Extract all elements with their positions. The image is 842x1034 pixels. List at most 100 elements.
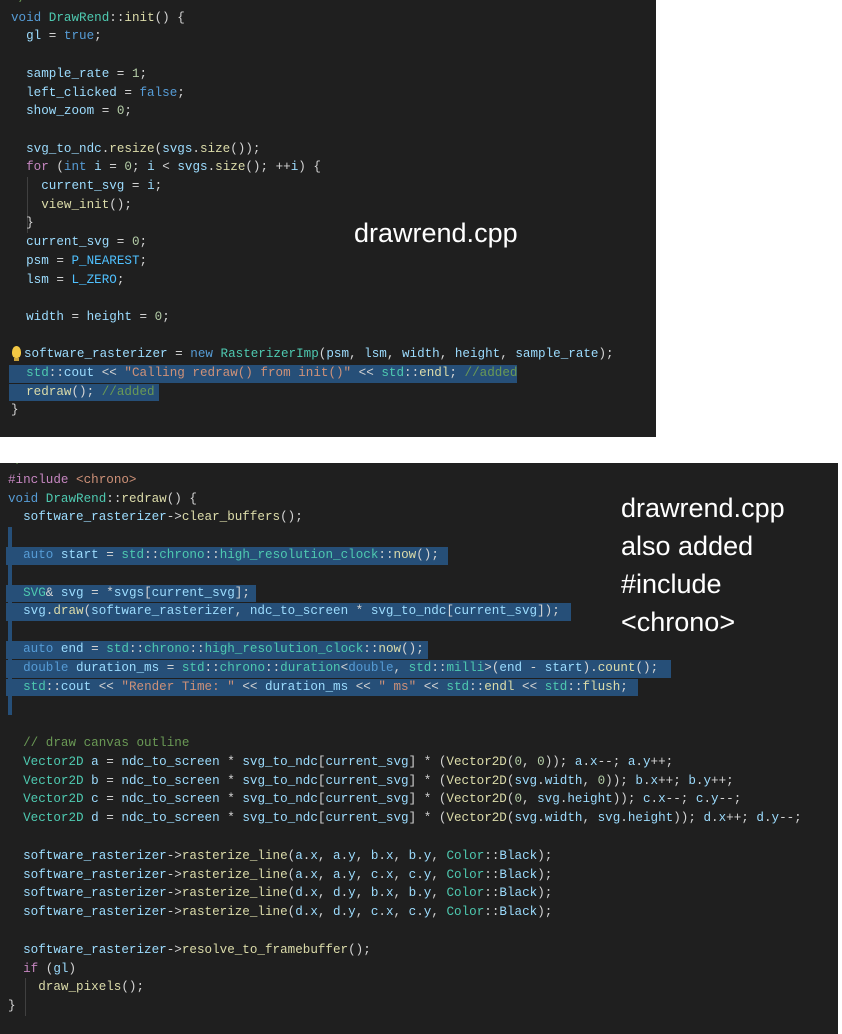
code-token: y: [711, 792, 719, 807]
code-token: end: [499, 660, 523, 675]
code-token: software_rasterizer: [8, 886, 167, 901]
code-token: now: [378, 642, 402, 656]
code-token: y: [771, 811, 780, 826]
code-token: Vector2D: [8, 773, 92, 788]
code-token: Black: [499, 886, 538, 901]
code-token: svg_to_ndc: [242, 792, 318, 807]
code-token: =: [101, 160, 125, 175]
code-token: d: [295, 905, 303, 920]
code-token: ,: [393, 848, 409, 863]
code-token: y: [703, 773, 712, 788]
code-token: 0: [131, 235, 140, 250]
code-token: rasterize_line: [181, 886, 288, 901]
code-token: =: [159, 660, 182, 675]
code-token: .: [635, 754, 643, 769]
code-line: svg.draw(software_rasterizer, ndc_to_scr…: [8, 602, 560, 621]
code-token: y: [348, 886, 356, 901]
code-token: ;: [154, 179, 163, 193]
code-token: sample_rate: [11, 66, 110, 81]
code-line: }: [11, 401, 19, 420]
code-token: software_rasterizer: [8, 905, 167, 920]
code-line: // draw canvas outline: [8, 734, 189, 753]
code-line: double duration_ms = std::chrono::durati…: [8, 659, 658, 678]
code-token: svg_to_ndc: [242, 773, 318, 788]
code-token: Vector2D: [446, 811, 507, 826]
code-token: true: [63, 29, 95, 44]
code-token: ::: [431, 660, 447, 675]
code-token: svg_to_ndc: [370, 604, 447, 619]
code-token: current_svg: [151, 585, 235, 600]
code-token: =: [48, 272, 72, 287]
code-token: current_svg: [453, 604, 538, 619]
code-token: 0: [514, 754, 522, 769]
code-token: x: [310, 867, 318, 882]
code-token: ::: [484, 848, 500, 863]
code-line: left_clicked = false;: [11, 84, 185, 103]
code-token: std: [181, 660, 205, 675]
code-token: Vector2D: [8, 792, 92, 807]
caption-drawrend: drawrend.cpp: [354, 218, 518, 248]
code-token: x: [310, 905, 318, 920]
code-token: );: [537, 886, 553, 901]
code-token: for: [11, 160, 57, 175]
code-token: ,: [386, 347, 402, 362]
code-token: duration_ms: [265, 679, 349, 694]
code-token: // draw canvas outline: [8, 736, 190, 750]
code-token: */: [8, 463, 23, 468]
code-token: ));: [605, 773, 636, 788]
code-token: d: [333, 886, 341, 901]
code-token: ;: [116, 272, 125, 287]
code-token: Black: [499, 867, 538, 882]
code-token: P_NEAREST: [71, 253, 140, 268]
code-line: width = height = 0;: [11, 308, 170, 327]
code-token: ::: [128, 642, 145, 656]
code-token: ::: [484, 886, 500, 901]
code-token: .: [582, 754, 591, 769]
code-token: svg: [514, 811, 538, 826]
code-token: std: [544, 679, 568, 694]
code-token: >(: [484, 660, 500, 675]
code-line: #include <chrono>: [8, 471, 137, 490]
code-token: ] * (: [408, 754, 447, 769]
code-token: y: [642, 754, 651, 769]
code-token: [: [446, 604, 454, 619]
code-token: *: [219, 773, 243, 788]
code-token: ->: [166, 510, 182, 525]
code-token: "Render Time: ": [121, 679, 235, 694]
code-line: auto start = std::chrono::high_resolutio…: [8, 546, 439, 565]
code-token: auto: [8, 642, 61, 656]
code-token: std: [8, 679, 46, 694]
code-token: software_rasterizer: [8, 942, 167, 957]
code-token: ndc_to_screen: [249, 604, 349, 619]
code-token: .: [537, 773, 545, 788]
code-token: ::: [144, 548, 160, 562]
code-token: #include: [8, 472, 77, 487]
code-token: height: [627, 811, 674, 826]
code-token: init: [124, 10, 155, 25]
code-token: =: [98, 792, 122, 807]
code-token: width: [401, 347, 440, 362]
code-token: L_ZERO: [71, 272, 117, 287]
code-token: a: [295, 867, 303, 882]
code-token: --;: [665, 792, 696, 807]
code-line: software_rasterizer->clear_buffers();: [8, 508, 303, 527]
code-token: now: [393, 548, 417, 562]
code-token: std: [408, 660, 432, 675]
code-line: redraw(); //added: [11, 383, 155, 402]
code-token: ::: [106, 491, 122, 506]
code-token: software_rasterizer: [8, 510, 167, 525]
code-token: Color: [446, 848, 485, 863]
code-token: <chrono>: [76, 472, 137, 487]
code-token: svgs: [113, 585, 145, 600]
code-token: redraw: [11, 384, 72, 399]
code-token: *: [219, 754, 243, 769]
code-token: =: [124, 179, 148, 193]
code-token: ,: [522, 792, 538, 807]
code-token: );: [598, 347, 614, 362]
code-token: ,: [439, 347, 455, 362]
code-line: lsm = L_ZERO;: [11, 271, 124, 290]
code-token: ;: [139, 253, 148, 268]
code-token: ,: [522, 754, 538, 769]
code-token: ndc_to_screen: [121, 754, 220, 769]
lightbulb-icon[interactable]: [12, 346, 21, 362]
